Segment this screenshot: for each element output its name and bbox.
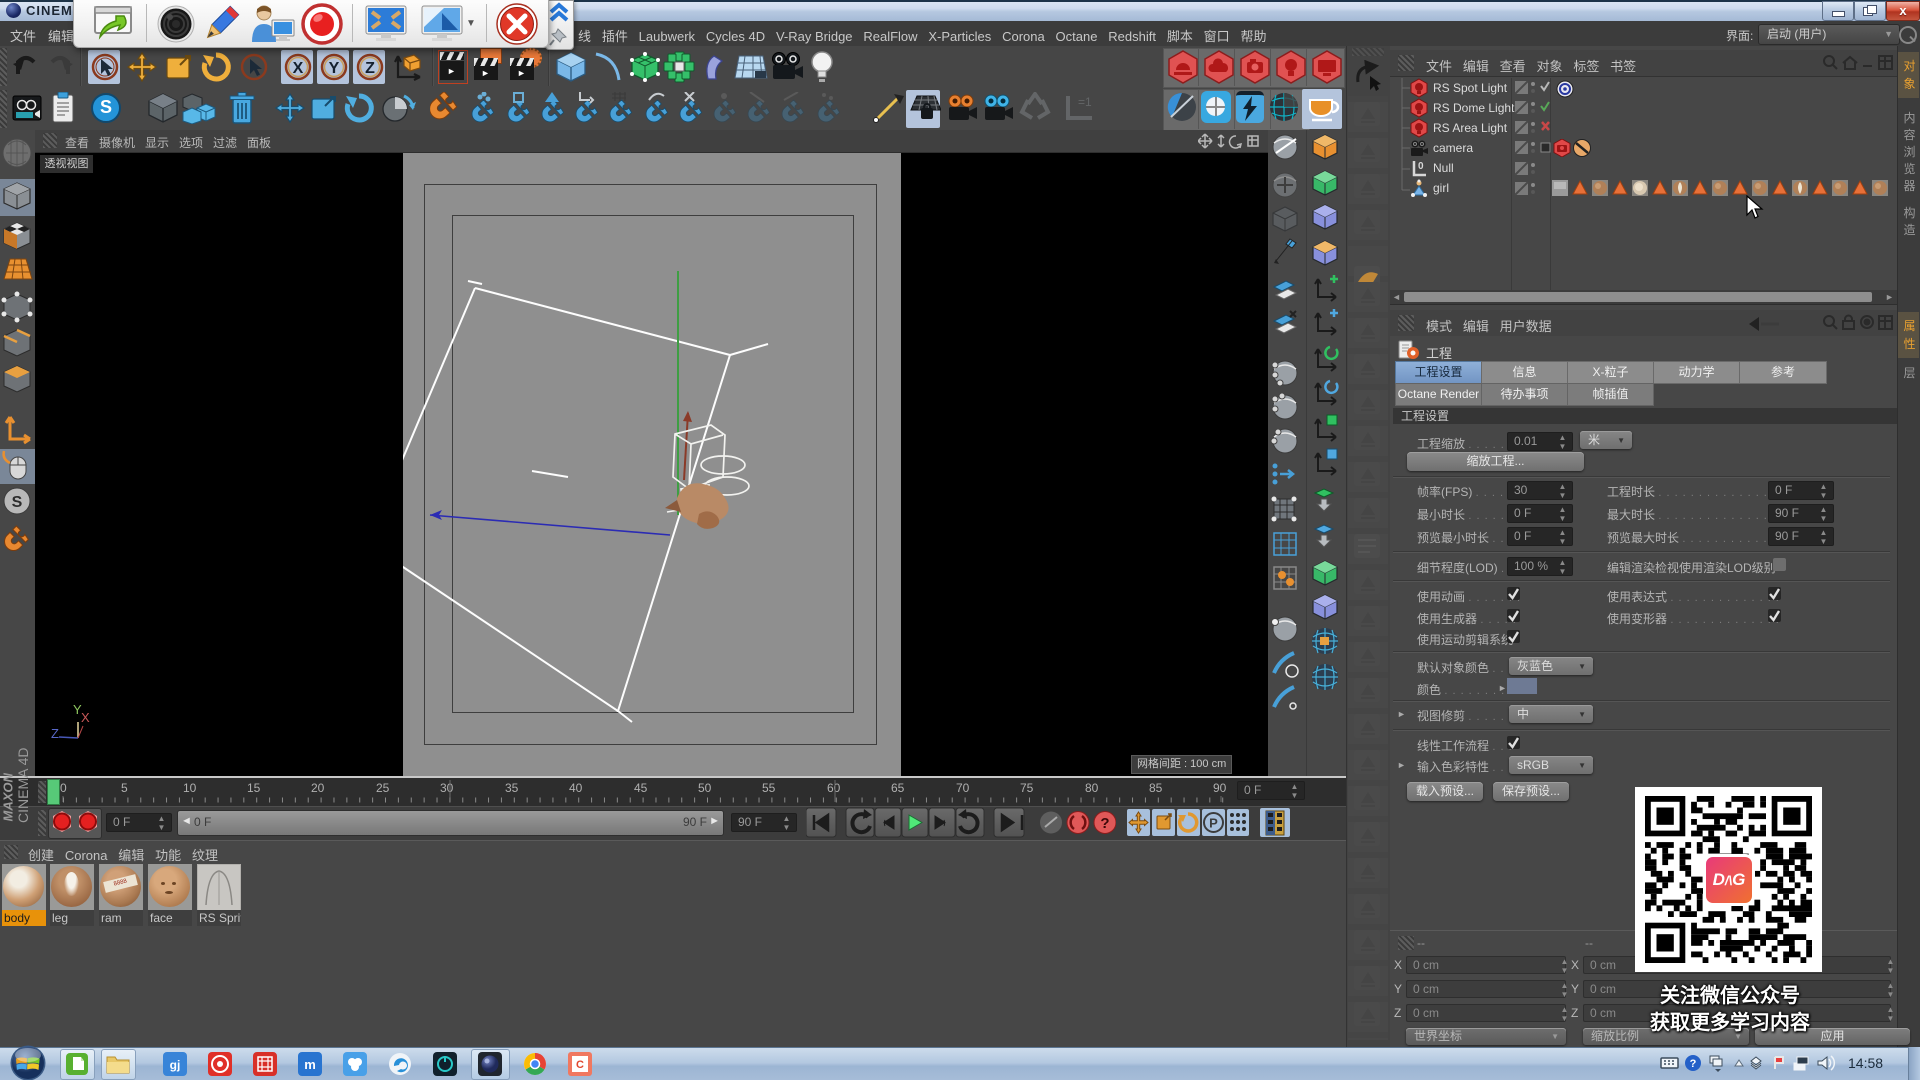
svg-text:?: ? [1100,815,1109,832]
svg-text:P: P [1209,816,1218,831]
svg-text:5: 5 [121,781,128,795]
svg-text:35: 35 [505,781,519,795]
svg-text:15: 15 [247,781,261,795]
svg-text:X: X [293,60,304,77]
svg-text:m: m [304,1057,316,1072]
svg-text:?: ? [1690,1058,1697,1070]
svg-text:0: 0 [60,781,67,795]
svg-text:20: 20 [311,781,325,795]
svg-text:S: S [12,494,23,511]
svg-text:Y: Y [329,60,340,77]
svg-text:75: 75 [1020,781,1034,795]
svg-text:55: 55 [762,781,776,795]
svg-text:C: C [576,1059,584,1071]
svg-text:85: 85 [1149,781,1163,795]
svg-text:60: 60 [827,781,841,795]
svg-text:0: 0 [1418,161,1424,172]
svg-text:X: X [81,710,90,725]
svg-text:=1: =1 [1078,95,1092,109]
svg-text:gj: gj [170,1058,181,1072]
svg-text:50: 50 [698,781,712,795]
svg-text:70: 70 [956,781,970,795]
svg-text:25: 25 [376,781,390,795]
svg-text:40: 40 [569,781,583,795]
svg-text:10: 10 [183,781,197,795]
svg-text:80: 80 [1085,781,1099,795]
svg-text:Z: Z [51,726,59,741]
svg-text:30: 30 [440,781,454,795]
svg-text:90: 90 [1213,781,1227,795]
svg-text:65: 65 [891,781,905,795]
svg-text:45: 45 [634,781,648,795]
svg-text:Z: Z [365,60,375,77]
